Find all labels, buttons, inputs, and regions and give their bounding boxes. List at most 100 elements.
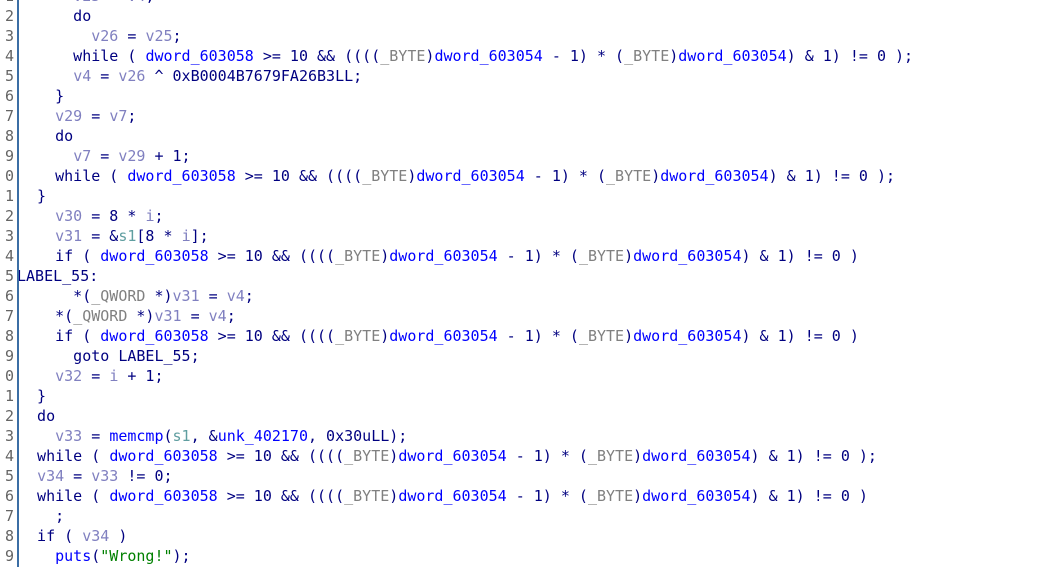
code-line[interactable]: } xyxy=(19,386,46,406)
code-token[interactable]: v7 xyxy=(73,147,91,165)
code-token[interactable]: >= 10 && (((( xyxy=(218,447,344,465)
code-token[interactable]: = xyxy=(182,307,209,325)
code-line[interactable]: } xyxy=(19,86,64,106)
code-token[interactable] xyxy=(19,147,73,165)
code-token[interactable]: *) xyxy=(136,307,154,325)
code-token[interactable]: i xyxy=(109,367,118,385)
code-text-area[interactable]: v25 = v4; do v26 = v25; while ( dword_60… xyxy=(19,0,1059,567)
code-token[interactable]: >= 10 && (((( xyxy=(218,487,344,505)
code-token[interactable]: ; xyxy=(145,0,154,5)
code-token[interactable]: = xyxy=(100,0,127,5)
code-token[interactable]: v29 xyxy=(118,147,145,165)
code-token[interactable]: v31 xyxy=(173,287,200,305)
code-token[interactable]: puts xyxy=(55,547,91,565)
code-token[interactable]: } xyxy=(19,87,64,105)
code-line[interactable]: do xyxy=(19,406,55,426)
code-token[interactable]: = xyxy=(82,367,109,385)
code-token[interactable]: dword_603054 xyxy=(642,487,750,505)
code-line[interactable]: do xyxy=(19,6,91,26)
code-line[interactable]: goto LABEL_55; xyxy=(19,346,199,366)
code-token[interactable]: s1 xyxy=(118,227,136,245)
code-line[interactable]: if ( dword_603058 >= 10 && ((((_BYTE)dwo… xyxy=(19,326,859,346)
code-token[interactable]: [8 * xyxy=(136,227,181,245)
code-token[interactable]: ) xyxy=(389,487,398,505)
code-token[interactable] xyxy=(19,467,37,485)
code-line[interactable]: } xyxy=(19,186,46,206)
code-token[interactable]: _BYTE xyxy=(344,487,389,505)
code-line[interactable]: v34 = v33 != 0; xyxy=(19,466,172,486)
code-token[interactable]: dword_603054 xyxy=(398,487,506,505)
code-token[interactable]: v26 xyxy=(118,67,145,85)
code-token[interactable]: = 8 * xyxy=(82,207,145,225)
code-token[interactable]: while ( xyxy=(19,167,127,185)
code-token[interactable]: *) xyxy=(154,287,172,305)
code-token[interactable]: _BYTE xyxy=(588,487,633,505)
code-token[interactable]: - 1) * ( xyxy=(543,47,624,65)
code-line[interactable]: v31 = &s1[8 * i]; xyxy=(19,226,209,246)
code-token[interactable]: = xyxy=(82,427,109,445)
code-line[interactable]: if ( dword_603058 >= 10 && ((((_BYTE)dwo… xyxy=(19,246,859,266)
code-token[interactable]: dword_603058 xyxy=(100,247,208,265)
code-line[interactable]: v29 = v7; xyxy=(19,106,136,126)
code-token[interactable]: ) xyxy=(624,247,633,265)
code-token[interactable]: dword_603054 xyxy=(416,167,524,185)
code-token[interactable]: ( xyxy=(91,547,100,565)
code-token[interactable]: != 0; xyxy=(118,467,172,485)
code-token[interactable]: v4 xyxy=(227,287,245,305)
code-token[interactable]: - 1) * ( xyxy=(498,327,579,345)
code-line[interactable]: LABEL_55: xyxy=(19,266,98,286)
code-token[interactable]: v25 xyxy=(145,27,172,45)
code-token[interactable]: v4 xyxy=(127,0,145,5)
code-token[interactable]: dword_603054 xyxy=(398,447,506,465)
code-token[interactable]: v2 xyxy=(19,0,91,5)
pseudocode-view[interactable]: 12345678901234567890123456789 v25 = v4; … xyxy=(0,0,1059,567)
code-token[interactable]: v31 xyxy=(154,307,181,325)
code-token[interactable]: ; xyxy=(227,307,236,325)
code-token[interactable]: do xyxy=(19,407,55,425)
code-token[interactable]: _BYTE xyxy=(362,167,407,185)
code-token[interactable]: dword_603058 xyxy=(145,47,253,65)
code-token[interactable]: ) & 1) != 0 ); xyxy=(769,167,895,185)
code-token[interactable]: ) xyxy=(651,167,660,185)
code-token[interactable]: while ( xyxy=(19,447,109,465)
code-line[interactable]: *(_QWORD *)v31 = v4; xyxy=(19,306,236,326)
code-line[interactable]: *(_QWORD *)v31 = v4; xyxy=(19,286,254,306)
code-token[interactable]: ) xyxy=(633,447,642,465)
code-token[interactable]: } xyxy=(19,387,46,405)
code-token[interactable]: dword_603058 xyxy=(109,487,217,505)
code-token[interactable]: ; xyxy=(173,27,182,45)
code-token[interactable]: ); xyxy=(173,547,191,565)
code-token[interactable]: ]; xyxy=(191,227,209,245)
code-line[interactable]: v33 = memcmp(s1, &unk_402170, 0x30uLL); xyxy=(19,426,407,446)
code-token[interactable]: dword_603058 xyxy=(109,447,217,465)
code-token[interactable]: v4 xyxy=(73,67,91,85)
code-token[interactable] xyxy=(19,207,55,225)
code-token[interactable]: v33 xyxy=(55,427,82,445)
code-token[interactable]: do xyxy=(19,127,73,145)
code-token[interactable]: _BYTE xyxy=(380,47,425,65)
code-token[interactable]: v7 xyxy=(109,107,127,125)
code-token[interactable]: ) & 1) != 0 ) xyxy=(751,487,868,505)
code-line[interactable]: ; xyxy=(19,506,64,526)
code-token[interactable]: - 1) * ( xyxy=(507,487,588,505)
code-token[interactable]: = xyxy=(118,27,145,45)
code-token[interactable]: while ( xyxy=(19,47,145,65)
code-token[interactable]: + 1; xyxy=(145,147,190,165)
code-token[interactable]: ; xyxy=(154,207,163,225)
code-token[interactable]: ) & 1) != 0 ) xyxy=(742,247,859,265)
code-token[interactable] xyxy=(19,427,55,445)
code-token[interactable]: _QWORD xyxy=(73,307,136,325)
code-token[interactable]: = xyxy=(91,147,118,165)
code-line[interactable]: puts("Wrong!"); xyxy=(19,546,191,566)
code-line[interactable]: while ( dword_603058 >= 10 && ((((_BYTE)… xyxy=(19,166,895,186)
code-token[interactable]: ) xyxy=(669,47,678,65)
code-token[interactable]: v34 xyxy=(37,467,64,485)
code-token[interactable]: v33 xyxy=(91,467,118,485)
code-token[interactable]: dword_603054 xyxy=(389,327,497,345)
code-line[interactable]: while ( dword_603058 >= 10 && ((((_BYTE)… xyxy=(19,486,868,506)
code-token[interactable] xyxy=(19,547,55,565)
code-token[interactable]: dword_603054 xyxy=(389,247,497,265)
code-token[interactable]: } xyxy=(19,187,46,205)
code-token[interactable]: v31 xyxy=(55,227,82,245)
code-line[interactable]: while ( dword_603058 >= 10 && ((((_BYTE)… xyxy=(19,446,877,466)
